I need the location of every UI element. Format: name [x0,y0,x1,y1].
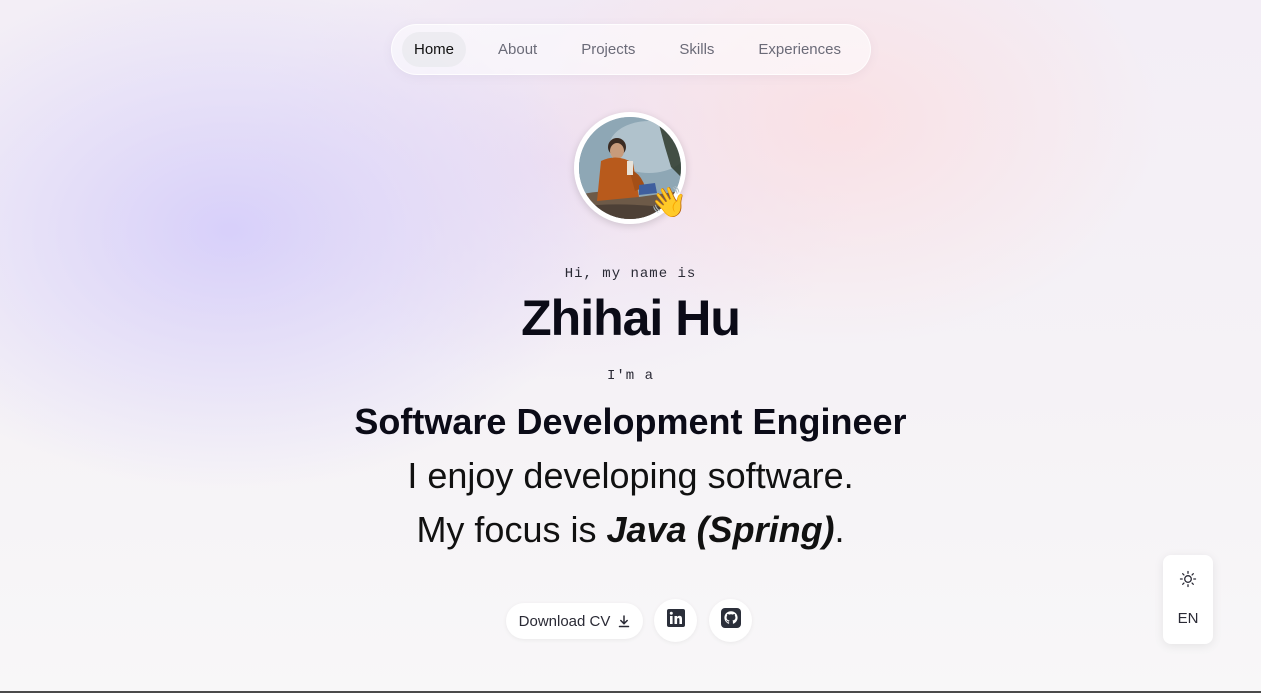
download-icon [618,614,630,628]
language-toggle[interactable]: EN [1163,610,1213,627]
focus-text: My focus is Java (Spring). [0,509,1261,551]
download-cv-button[interactable]: Download CV [506,603,643,639]
download-cv-label: Download CV [518,612,611,630]
nav-item-about[interactable]: About [486,32,549,67]
github-button[interactable] [709,599,752,642]
nav-item-home[interactable]: Home [402,32,467,67]
nav-item-projects[interactable]: Projects [569,32,647,67]
github-icon [720,608,741,633]
sun-icon[interactable] [1178,569,1198,589]
role-title: Software Development Engineer [354,401,907,442]
im-a-text: I'm a [606,368,654,384]
enjoy-text: I enjoy developing software. [407,455,854,496]
person-name: Zhihai Hu [521,290,741,346]
nav-item-experiences[interactable]: Experiences [746,32,853,67]
nav-item-skills[interactable]: Skills [667,32,726,67]
greeting-text: Hi, my name is [564,266,697,282]
focus-tech: Java (Spring) [606,509,835,550]
wave-emoji: 👋 [650,185,688,220]
settings-panel: EN [1163,555,1213,644]
linkedin-icon [666,609,685,632]
linkedin-button[interactable] [654,599,697,642]
focus-suffix: . [834,509,845,550]
focus-prefix: My focus is [416,509,607,550]
main-nav: Home About Projects Skills Experiences [391,24,871,75]
